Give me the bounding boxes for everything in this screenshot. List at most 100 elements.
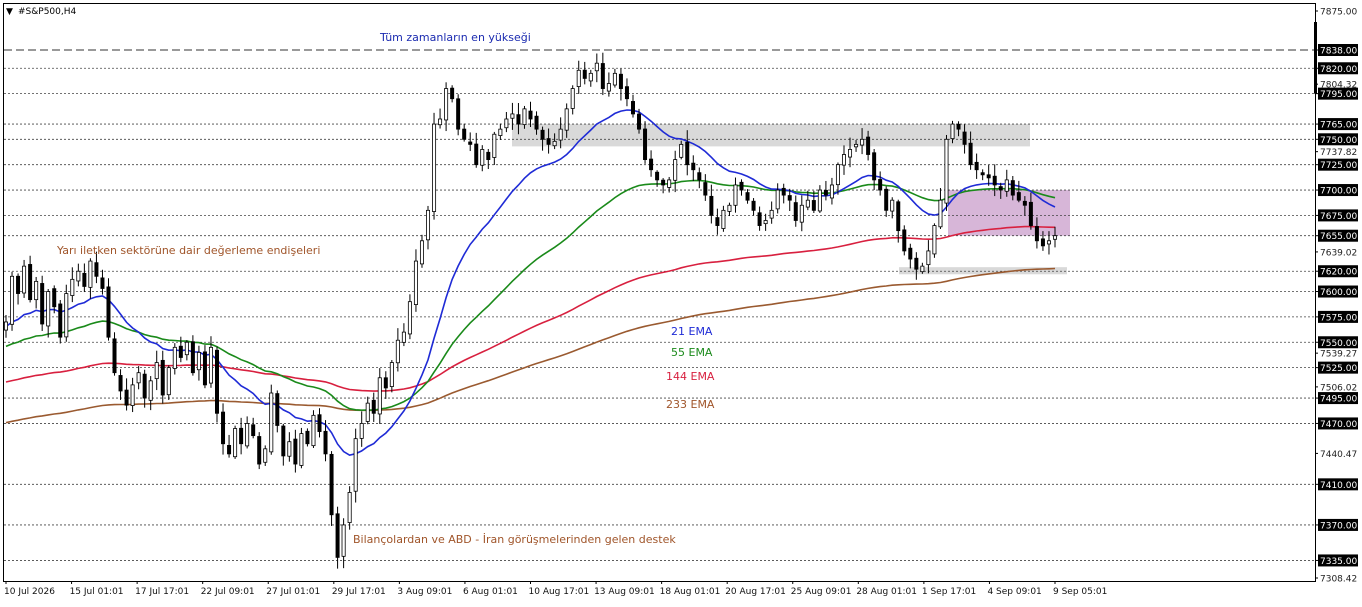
- candle-body: [745, 192, 750, 201]
- candle-body: [582, 69, 587, 79]
- candle-body: [510, 113, 515, 119]
- candle-body: [618, 73, 623, 89]
- y-tick-label: 7795.00: [1320, 90, 1357, 100]
- x-tick-label: 4 Sep 09:01: [987, 587, 1041, 597]
- candle-body: [474, 143, 479, 166]
- candle-body: [263, 448, 268, 463]
- candle-body: [28, 264, 33, 301]
- candle-body: [649, 158, 654, 171]
- x-tick-label: 25 Aug 09:01: [791, 587, 852, 597]
- candle-body: [643, 128, 648, 160]
- x-tick-label: 10 Aug 17:01: [529, 587, 590, 597]
- candle-body: [872, 152, 877, 181]
- chart-header-arrow[interactable]: ▼: [6, 7, 13, 17]
- x-tick-label: 18 Aug 01:01: [660, 587, 721, 597]
- x-axis: 10 Jul 2026 15 Jul 01:01 17 Jul 17:01 22 Ju…: [4, 581, 1107, 597]
- candle-body: [986, 174, 991, 179]
- candle-body: [576, 69, 581, 87]
- candle-body: [281, 425, 286, 457]
- y-tick-label: 7525.00: [1320, 364, 1357, 374]
- candle-body: [655, 171, 660, 181]
- candle-body: [793, 202, 798, 221]
- candle-body: [70, 278, 75, 296]
- candle-body: [781, 187, 786, 196]
- candle-body: [661, 179, 666, 186]
- candle-body: [962, 131, 967, 145]
- candle-body: [341, 524, 346, 557]
- x-tick-label: 15 Jul 01:01: [70, 587, 124, 597]
- candle-body: [950, 123, 955, 140]
- candle-body: [685, 141, 690, 166]
- candle-body: [353, 438, 358, 492]
- candle-body: [516, 114, 521, 125]
- candle-body: [799, 204, 804, 223]
- legend-ema233: 233 EMA: [666, 398, 715, 411]
- y-tick-label: 7600.00: [1320, 288, 1357, 298]
- candle-body: [100, 277, 105, 289]
- chart-svg[interactable]: ▼ #S&P500,H4 7875.007838.007820.007804.3…: [0, 0, 1362, 603]
- candle-body: [522, 108, 527, 126]
- y-tick-label: 7655.00: [1320, 232, 1357, 242]
- candle-body: [938, 199, 943, 228]
- candle-body: [860, 138, 865, 146]
- y-tick-label: 7725.00: [1320, 161, 1357, 171]
- candle-body: [667, 179, 672, 188]
- candle-body: [594, 62, 599, 72]
- candle-body: [136, 372, 141, 384]
- candle-body: [468, 141, 473, 145]
- candle-body: [1004, 179, 1009, 192]
- candle-body: [190, 341, 195, 374]
- candle-body: [112, 338, 117, 374]
- y-tick-label: 7335.00: [1320, 557, 1357, 567]
- current-price-marker: [1314, 22, 1317, 94]
- candle-body: [371, 399, 376, 414]
- candle-body: [703, 182, 708, 196]
- x-tick-label: 3 Aug 09:01: [397, 587, 452, 597]
- candle-body: [269, 392, 274, 453]
- candle-body: [1010, 180, 1015, 196]
- y-tick-label: 7675.00: [1320, 212, 1357, 222]
- y-tick-label: 7308.42: [1320, 575, 1357, 585]
- candle-body: [974, 161, 979, 171]
- legend-ema144: 144 EMA: [666, 370, 715, 383]
- y-tick-label: 7838.00: [1320, 47, 1357, 57]
- price-chart[interactable]: ▼ #S&P500,H4 7875.00 7838.00 7820.00 7804.3…: [0, 0, 1362, 603]
- candle-body: [1016, 192, 1021, 201]
- legend-ema55: 55 EMA: [671, 346, 713, 359]
- plot-frame: [3, 3, 1316, 582]
- candle-body: [438, 118, 443, 126]
- candle-body: [359, 423, 364, 439]
- candle-body: [148, 380, 153, 401]
- candle-body: [564, 108, 569, 131]
- candle-body: [908, 247, 913, 260]
- candle-body: [757, 212, 762, 226]
- support-annotation: Bilançolardan ve ABD - İran görüşmelerin…: [353, 533, 676, 546]
- legend-ema21: 21 EMA: [671, 325, 713, 338]
- candle-body: [697, 172, 702, 181]
- candle-body: [335, 513, 340, 558]
- candle-body: [10, 275, 15, 325]
- candle-body: [208, 346, 213, 384]
- ath-annotation: Tüm zamanların en yükseği: [379, 31, 531, 44]
- y-tick-label: 7440.47: [1320, 450, 1357, 460]
- candle-body: [432, 123, 437, 212]
- candle-body: [178, 345, 183, 358]
- candle-body: [245, 423, 250, 447]
- y-tick-label: 7737.82: [1320, 148, 1357, 158]
- candle-body: [805, 199, 810, 208]
- candle-body: [299, 433, 304, 466]
- candle-body: [691, 162, 696, 171]
- candle-body: [184, 341, 189, 356]
- candle-body: [106, 286, 111, 338]
- candle-body: [902, 229, 907, 252]
- y-tick-label: 7410.00: [1320, 481, 1357, 491]
- candle-body: [317, 414, 322, 432]
- candle-body: [637, 113, 642, 130]
- candle-body: [878, 179, 883, 191]
- candle-body: [992, 175, 997, 186]
- candle-body: [82, 272, 87, 287]
- y-axis: 7875.007838.007820.007804.327795.007765.…: [1314, 8, 1358, 585]
- candle-body: [600, 63, 605, 89]
- candle-body: [160, 359, 165, 396]
- candle-body: [733, 184, 738, 206]
